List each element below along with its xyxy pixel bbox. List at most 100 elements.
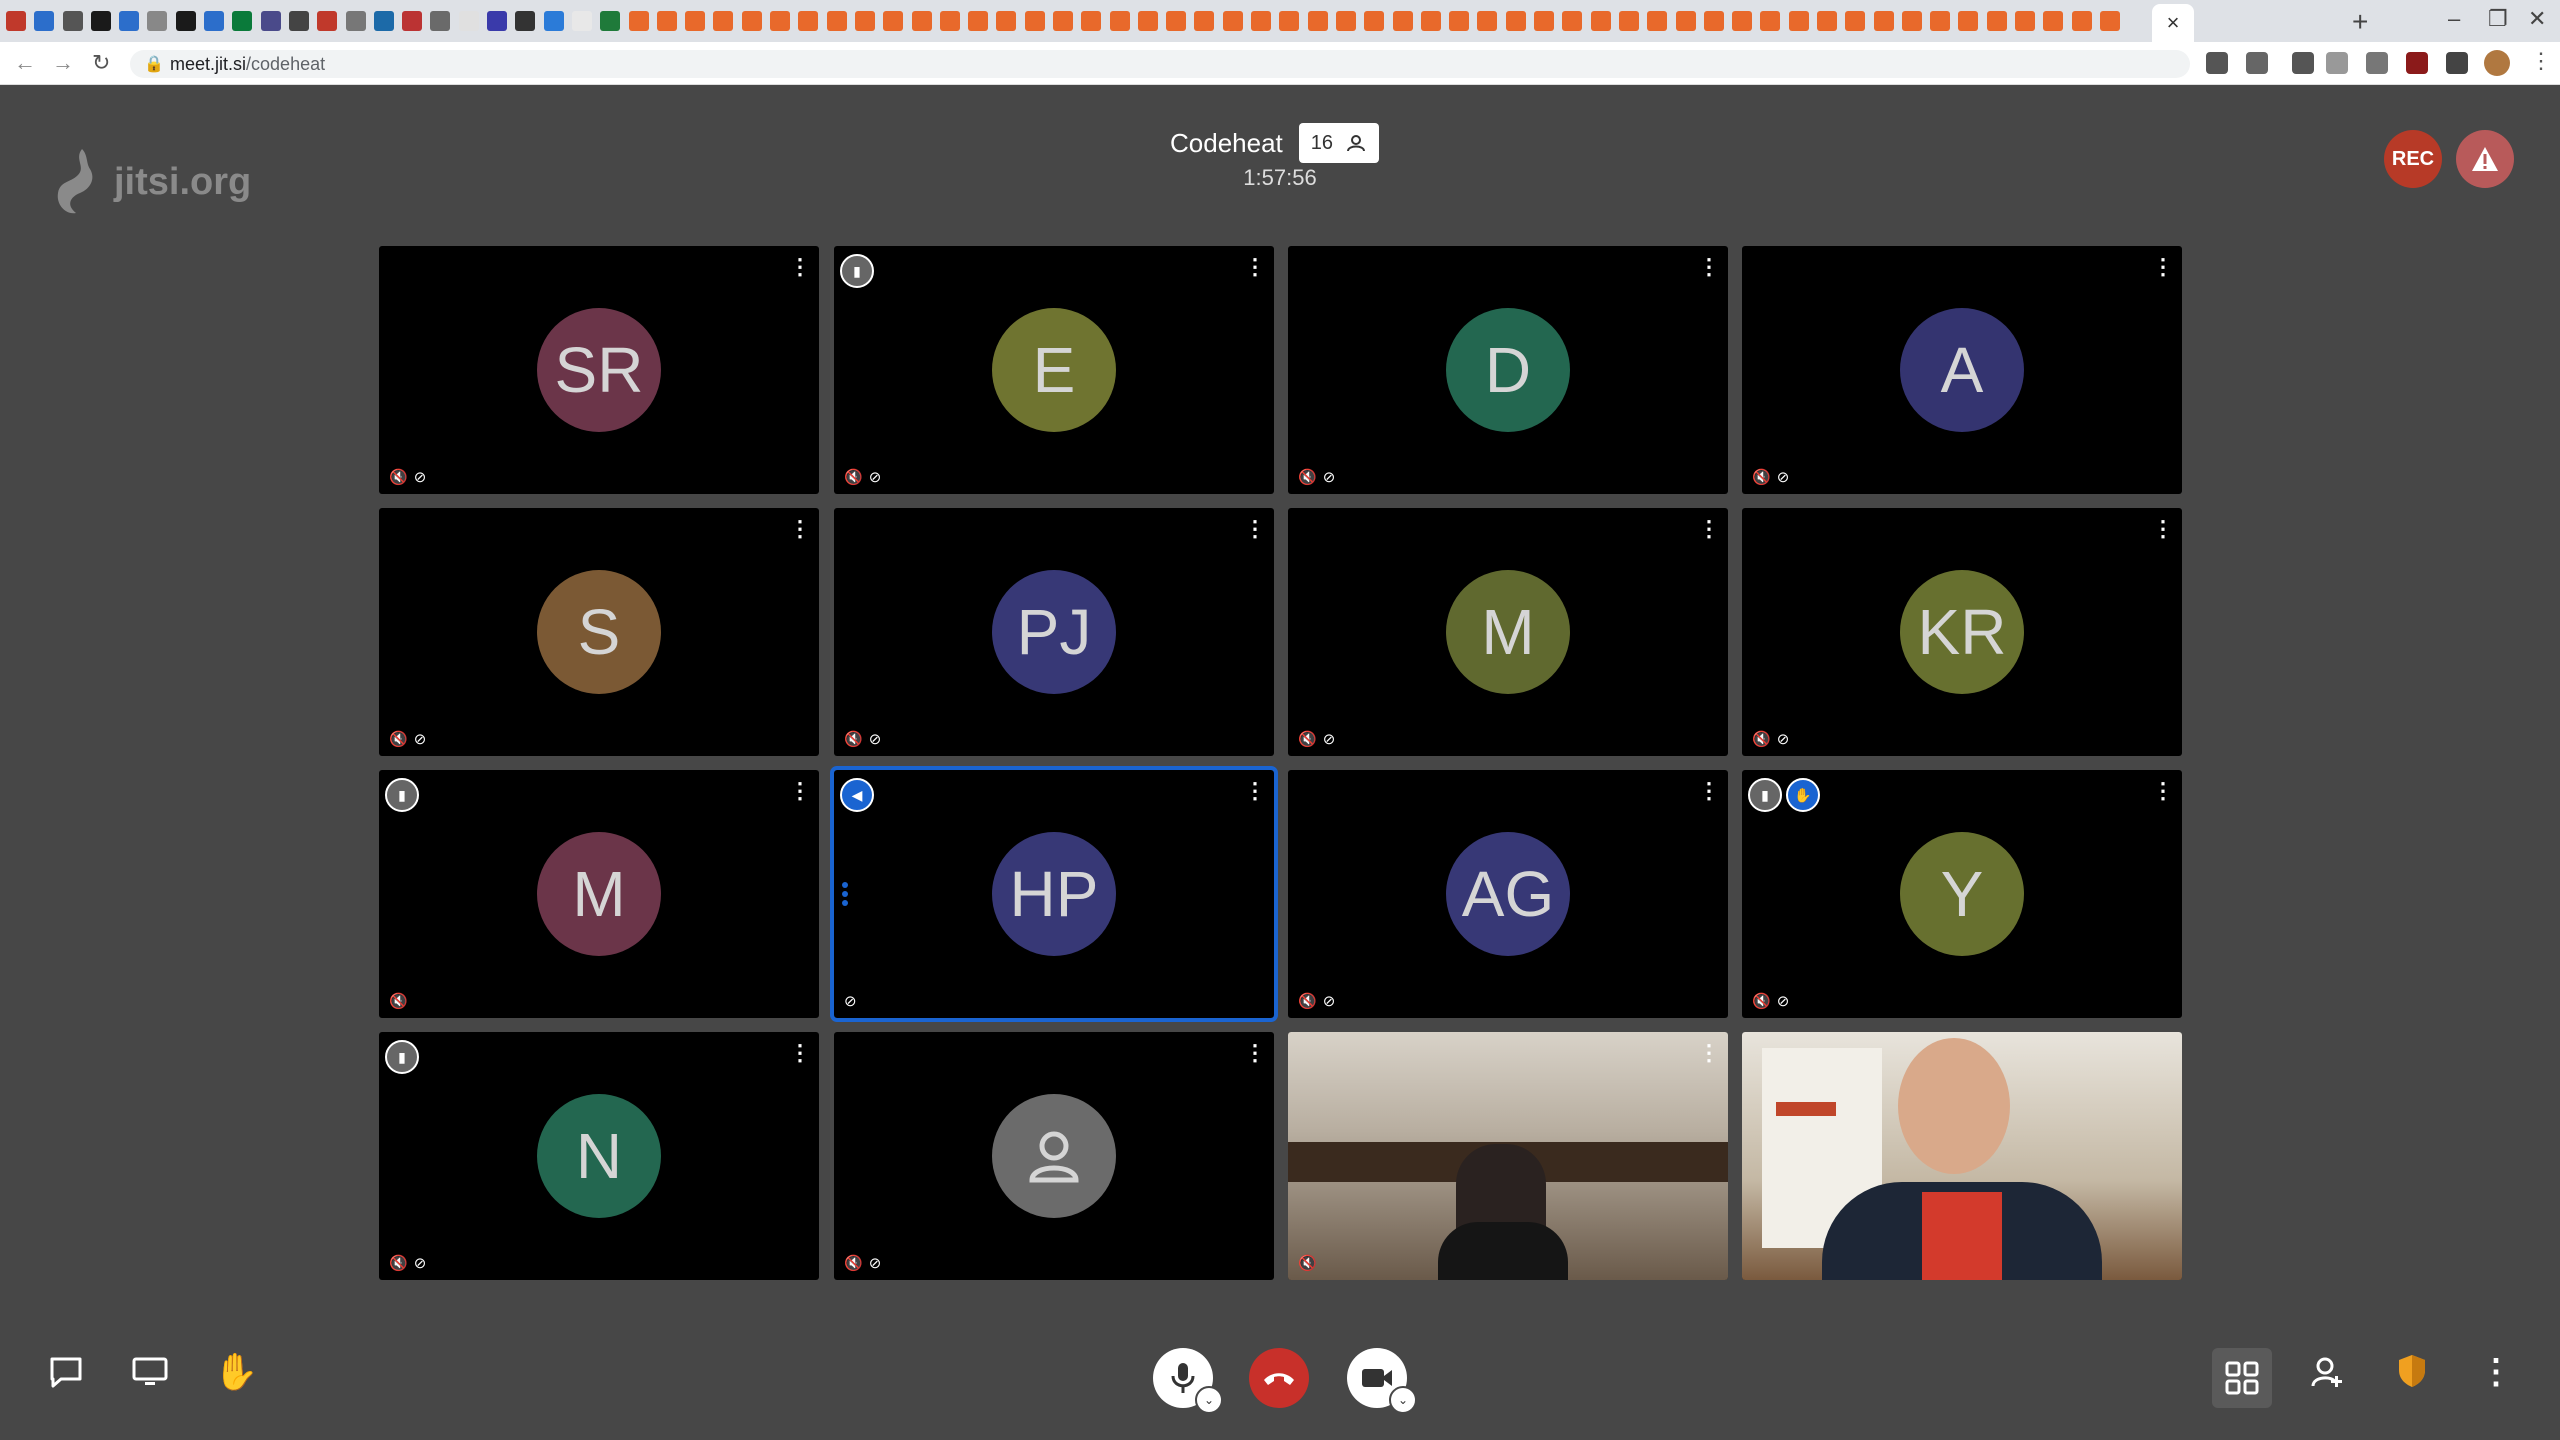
connection-status-icon[interactable]: ▮ <box>385 1040 419 1074</box>
pinned-tab-favicon[interactable] <box>911 11 932 31</box>
more-options-icon[interactable]: ⋮ <box>789 518 811 540</box>
address-bar[interactable]: 🔒 meet.jit.si/codeheat <box>130 50 2190 78</box>
participant-tile[interactable]: ⋮ 🔇 ⊘ <box>834 1032 1274 1280</box>
pinned-tab-favicon[interactable] <box>6 11 26 31</box>
pinned-tab-favicon[interactable] <box>1024 11 1045 31</box>
pinned-tab-favicon[interactable] <box>1477 11 1498 31</box>
more-options-icon[interactable]: ⋮ <box>2152 518 2174 540</box>
minimize-button[interactable]: – <box>2448 6 2460 32</box>
more-actions-button[interactable]: ⋮ <box>2476 1352 2516 1392</box>
pinned-tab-favicon[interactable] <box>2099 11 2120 31</box>
pinned-tab-favicon[interactable] <box>1562 11 1583 31</box>
speaker-icon[interactable]: ◀ <box>840 778 874 812</box>
participant-tile[interactable]: A ⋮ 🔇 ⊘ <box>1742 246 2182 494</box>
raise-hand-button[interactable]: ✋ <box>214 1349 259 1395</box>
pinned-tab-favicon[interactable] <box>600 11 621 31</box>
pinned-tab-favicon[interactable] <box>175 11 196 31</box>
pinned-tab-favicon[interactable] <box>1590 11 1611 31</box>
pinned-tab-favicon[interactable] <box>260 11 281 31</box>
pinned-tab-favicon[interactable] <box>1930 11 1951 31</box>
participant-tile[interactable]: M ⋮ 🔇 ⊘ <box>1288 508 1728 756</box>
pinned-tab-favicon[interactable] <box>1166 11 1187 31</box>
pinned-tab-favicon[interactable] <box>1760 11 1781 31</box>
connection-status-icon[interactable]: ▮ <box>840 254 874 288</box>
participant-tile[interactable]: ▮ N ⋮ 🔇 ⊘ <box>379 1032 819 1280</box>
more-options-icon[interactable]: ⋮ <box>1244 1042 1266 1064</box>
tile-view-button[interactable] <box>2212 1348 2272 1408</box>
forward-icon[interactable]: → <box>52 50 74 76</box>
screenshot-icon[interactable] <box>2366 52 2388 74</box>
pinned-tab-favicon[interactable] <box>741 11 762 31</box>
pinned-tab-favicon[interactable] <box>571 11 592 31</box>
pinned-tab-favicon[interactable] <box>1958 11 1979 31</box>
participant-tile[interactable]: SR ⋮ 🔇 ⊘ <box>379 246 819 494</box>
pdf-extension-icon[interactable] <box>2406 52 2428 74</box>
pinned-tab-favicon[interactable] <box>1703 11 1724 31</box>
participant-video-tile[interactable] <box>1742 1032 2182 1280</box>
extension-shield-icon[interactable] <box>2292 52 2314 74</box>
participant-tile-dominant-speaker[interactable]: ◀ HP ⋮ ⊘ <box>830 766 1278 1022</box>
pinned-tab-favicon[interactable] <box>1081 11 1102 31</box>
pinned-tab-favicon[interactable] <box>90 11 111 31</box>
pinned-tab-favicon[interactable] <box>656 11 677 31</box>
recording-indicator[interactable]: REC <box>2384 130 2442 188</box>
more-options-icon[interactable]: ⋮ <box>789 1042 811 1064</box>
pinned-tab-favicon[interactable] <box>119 11 140 31</box>
pinned-tab-favicon[interactable] <box>713 11 734 31</box>
pinned-tab-favicon[interactable] <box>515 11 536 31</box>
pinned-tab-favicon[interactable] <box>487 11 508 31</box>
pinned-tab-favicon[interactable] <box>685 11 706 31</box>
security-options-button[interactable] <box>2392 1349 2432 1393</box>
participant-video-tile[interactable]: ⋮ 🔇 <box>1288 1032 1728 1280</box>
pinned-tab-favicon[interactable] <box>770 11 791 31</box>
more-options-icon[interactable]: ⋮ <box>2152 780 2174 802</box>
camera-indicator-icon[interactable] <box>2206 52 2228 74</box>
pinned-tab-favicon[interactable] <box>458 11 479 31</box>
participant-tile[interactable]: ▮ M ⋮ 🔇 <box>379 770 819 1018</box>
pinned-tab-favicon[interactable] <box>62 11 83 31</box>
pinned-tab-favicon[interactable] <box>147 11 168 31</box>
new-tab-button[interactable]: + <box>2352 6 2368 38</box>
participant-tile[interactable]: KR ⋮ 🔇 ⊘ <box>1742 508 2182 756</box>
more-options-icon[interactable]: ⋮ <box>789 780 811 802</box>
pinned-tab-favicon[interactable] <box>1534 11 1555 31</box>
jitsi-logo[interactable]: jitsi.org <box>52 145 251 219</box>
pinned-tab-favicon[interactable] <box>1251 11 1272 31</box>
pinned-tab-favicon[interactable] <box>628 11 649 31</box>
participant-tile[interactable]: D ⋮ 🔇 ⊘ <box>1288 246 1728 494</box>
profile-avatar[interactable] <box>2484 50 2510 76</box>
pinned-tab-favicon[interactable] <box>883 11 904 31</box>
pinned-tab-favicon[interactable] <box>34 11 55 31</box>
pinned-tab-favicon[interactable] <box>1732 11 1753 31</box>
microphone-options-chevron[interactable]: ⌄ <box>1195 1386 1223 1414</box>
microphone-button[interactable]: ⌄ <box>1153 1348 1223 1414</box>
more-options-icon[interactable]: ⋮ <box>1244 780 1266 802</box>
pinned-tab-favicon[interactable] <box>1901 11 1922 31</box>
reload-icon[interactable]: ↻ <box>92 50 110 76</box>
pinned-tab-favicon[interactable] <box>1335 11 1356 31</box>
share-screen-button[interactable] <box>128 1352 172 1392</box>
pinned-tab-favicon[interactable] <box>204 11 225 31</box>
chat-button[interactable] <box>46 1352 86 1392</box>
pinned-tab-favicon[interactable] <box>1109 11 1130 31</box>
pinned-tab-favicon[interactable] <box>345 11 366 31</box>
pinned-tab-favicon[interactable] <box>2071 11 2092 31</box>
pinned-tab-favicon[interactable] <box>1675 11 1696 31</box>
more-options-icon[interactable]: ⋮ <box>1698 780 1720 802</box>
pinned-tab-favicon[interactable] <box>854 11 875 31</box>
connection-status-icon[interactable]: ▮ <box>385 778 419 812</box>
pinned-tab-favicon[interactable] <box>939 11 960 31</box>
pinned-tab-favicon[interactable] <box>543 11 564 31</box>
pinned-tab-favicon[interactable] <box>2015 11 2036 31</box>
pinned-tab-favicon[interactable] <box>1194 11 1215 31</box>
camera-button[interactable]: ⌄ <box>1347 1348 1417 1414</box>
pinned-tab-favicon[interactable] <box>1307 11 1328 31</box>
more-options-icon[interactable]: ⋮ <box>789 256 811 278</box>
camera-options-chevron[interactable]: ⌄ <box>1389 1386 1417 1414</box>
close-tab-icon[interactable]: × <box>2167 10 2180 36</box>
pinned-tab-favicon[interactable] <box>1420 11 1441 31</box>
more-options-icon[interactable]: ⋮ <box>1244 256 1266 278</box>
pinned-tab-favicon[interactable] <box>1618 11 1639 31</box>
more-options-icon[interactable]: ⋮ <box>2152 256 2174 278</box>
puzzle-extensions-icon[interactable] <box>2446 52 2468 74</box>
